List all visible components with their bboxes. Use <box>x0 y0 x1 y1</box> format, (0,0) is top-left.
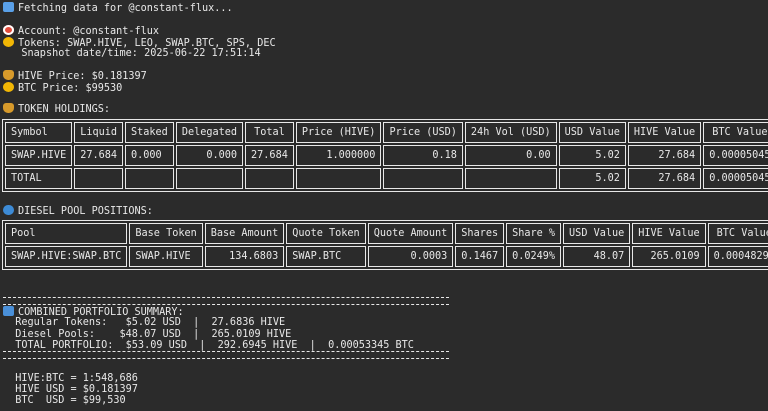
table-row: SWAP.HIVE:SWAP.BTC SWAP.HIVE 134.6803 SW… <box>5 246 768 267</box>
swimmer-icon <box>3 205 14 215</box>
header-cell: Pool <box>5 223 128 244</box>
header-cell: Base Token <box>129 223 203 244</box>
table-cell: 0.000 <box>125 145 174 166</box>
table-cell: 5.02 <box>558 168 626 189</box>
table-cell: 134.6803 <box>204 246 285 267</box>
table-cell: 48.07 <box>563 246 631 267</box>
header-cell: Symbol <box>5 122 73 143</box>
table-cell <box>295 168 382 189</box>
header-cell: Share % <box>506 223 562 244</box>
table-row: SWAP.HIVE 27.684 0.000 0.000 27.684 1.00… <box>5 145 768 166</box>
money-bag-icon <box>3 70 14 80</box>
header-cell: HIVE Value <box>632 223 706 244</box>
table-cell: 27.684 <box>627 145 702 166</box>
table-cell <box>383 168 463 189</box>
header-cell: HIVE Value <box>627 122 702 143</box>
refresh-icon <box>3 2 14 12</box>
header-cell: Shares <box>455 223 505 244</box>
table-cell <box>175 168 244 189</box>
table-cell: 27.684 <box>245 145 294 166</box>
header-cell: BTC Value <box>707 223 768 244</box>
table-cell: 27.684 <box>627 168 702 189</box>
header-cell: Total <box>245 122 294 143</box>
snapshot-line: Snapshot date/time: 2025-06-22 17:51:14 <box>21 48 261 59</box>
table-cell: SWAP.HIVE <box>129 246 203 267</box>
coin-icon <box>3 37 14 47</box>
pools-table: Pool Base Token Base Amount Quote Token … <box>2 220 768 270</box>
table-cell <box>74 168 124 189</box>
header-cell: Staked <box>125 122 174 143</box>
table-header-row: Symbol Liquid Staked Delegated Total Pri… <box>5 122 768 143</box>
coin-icon <box>3 82 14 92</box>
table-cell: 0.0249% <box>506 246 562 267</box>
table-cell: 0.18 <box>383 145 463 166</box>
table-cell: 0.00005045 <box>703 145 768 166</box>
header-cell: Price (HIVE) <box>295 122 382 143</box>
table-cell: 1.000000 <box>295 145 382 166</box>
header-cell: USD Value <box>563 223 631 244</box>
header-cell: 24h Vol (USD) <box>464 122 557 143</box>
header-cell: Base Amount <box>204 223 285 244</box>
separator-bottom <box>3 351 449 359</box>
header-cell: Liquid <box>74 122 124 143</box>
table-cell <box>245 168 294 189</box>
header-cell: Price (USD) <box>383 122 463 143</box>
summary-regular: Regular Tokens: $5.02 USD | 27.6836 HIVE <box>3 317 286 328</box>
table-cell: 0.1467 <box>455 246 505 267</box>
target-icon <box>3 25 14 35</box>
header-cell: BTC Value <box>703 122 768 143</box>
table-cell <box>125 168 174 189</box>
table-cell: 0.00 <box>464 145 557 166</box>
table-cell: SWAP.HIVE <box>5 145 73 166</box>
table-row-total: TOTAL 5.02 27.684 0.00005045 <box>5 168 768 189</box>
holdings-table: Symbol Liquid Staked Delegated Total Pri… <box>2 119 768 192</box>
btc-price-line: BTC Price: $99530 <box>3 82 122 95</box>
table-cell: TOTAL <box>5 168 73 189</box>
pools-title: DIESEL POOL POSITIONS: <box>3 205 153 218</box>
holdings-title: TOKEN HOLDINGS: <box>3 103 110 116</box>
bar-chart-icon <box>3 306 14 316</box>
table-cell: 0.00005045 <box>703 168 768 189</box>
separator-top <box>3 297 449 305</box>
table-cell: SWAP.HIVE:SWAP.BTC <box>5 246 128 267</box>
rate-btc-usd: BTC USD = $99,530 <box>3 395 126 406</box>
money-bag-icon <box>3 103 14 113</box>
table-cell: 0.0003 <box>367 246 454 267</box>
table-cell: 0.000 <box>175 145 244 166</box>
table-cell: 0.00048299 <box>707 246 768 267</box>
header-cell: Delegated <box>175 122 244 143</box>
table-cell: 265.0109 <box>632 246 706 267</box>
table-cell: SWAP.BTC <box>286 246 366 267</box>
header-cell: USD Value <box>558 122 626 143</box>
table-cell <box>464 168 557 189</box>
header-cell: Quote Amount <box>367 223 454 244</box>
table-header-row: Pool Base Token Base Amount Quote Token … <box>5 223 768 244</box>
table-cell: 27.684 <box>74 145 124 166</box>
fetching-line: Fetching data for @constant-flux... <box>3 2 233 15</box>
table-cell: 5.02 <box>558 145 626 166</box>
header-cell: Quote Token <box>286 223 366 244</box>
